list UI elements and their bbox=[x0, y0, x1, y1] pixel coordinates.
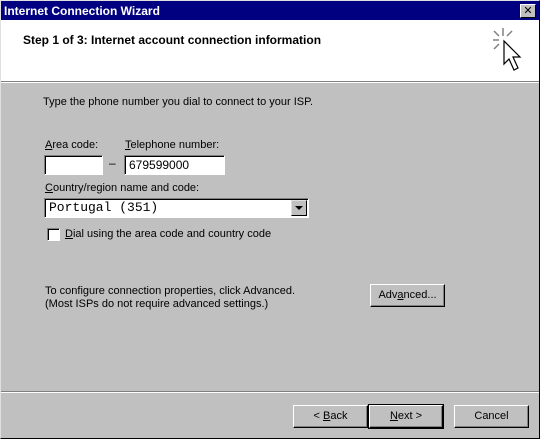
next-button[interactable]: Next > bbox=[368, 404, 444, 429]
country-dropdown[interactable]: Portugal (351) bbox=[44, 198, 309, 218]
close-button[interactable]: ✕ bbox=[520, 4, 536, 18]
instruction-text: Type the phone number you dial to connec… bbox=[43, 96, 314, 108]
title-bar[interactable]: Internet Connection Wizard ✕ bbox=[1, 1, 539, 20]
advanced-info-line1: To configure connection properties, clic… bbox=[45, 285, 296, 297]
country-selected-value: Portugal (351) bbox=[49, 200, 159, 215]
back-button[interactable]: < Back bbox=[293, 405, 368, 428]
window-title: Internet Connection Wizard bbox=[4, 4, 160, 18]
dropdown-arrow-icon[interactable] bbox=[291, 200, 307, 216]
cancel-button[interactable]: Cancel bbox=[454, 405, 529, 428]
footer-divider bbox=[1, 391, 539, 393]
wizard-header: Step 1 of 3: Internet account connection… bbox=[1, 20, 539, 83]
country-label: Country/region name and code: bbox=[45, 182, 200, 194]
wizard-window: Internet Connection Wizard ✕ Step 1 of 3… bbox=[0, 0, 540, 439]
phone-separator: – bbox=[109, 156, 116, 170]
step-title: Step 1 of 3: Internet account connection… bbox=[23, 33, 322, 47]
dial-area-code-label[interactable]: Dial using the area code and country cod… bbox=[65, 228, 271, 240]
wizard-wand-cursor-icon bbox=[493, 28, 522, 71]
close-icon: ✕ bbox=[523, 5, 533, 17]
area-code-input[interactable] bbox=[44, 155, 103, 175]
telephone-input[interactable]: 679599000 bbox=[124, 155, 225, 175]
advanced-info-line2: (Most ISPs do not require advanced setti… bbox=[45, 298, 269, 310]
telephone-label: Telephone number: bbox=[125, 139, 220, 151]
dial-area-code-checkbox[interactable] bbox=[47, 228, 60, 241]
advanced-button[interactable]: Advanced... bbox=[370, 284, 445, 307]
area-code-label: Area code: bbox=[45, 139, 99, 151]
